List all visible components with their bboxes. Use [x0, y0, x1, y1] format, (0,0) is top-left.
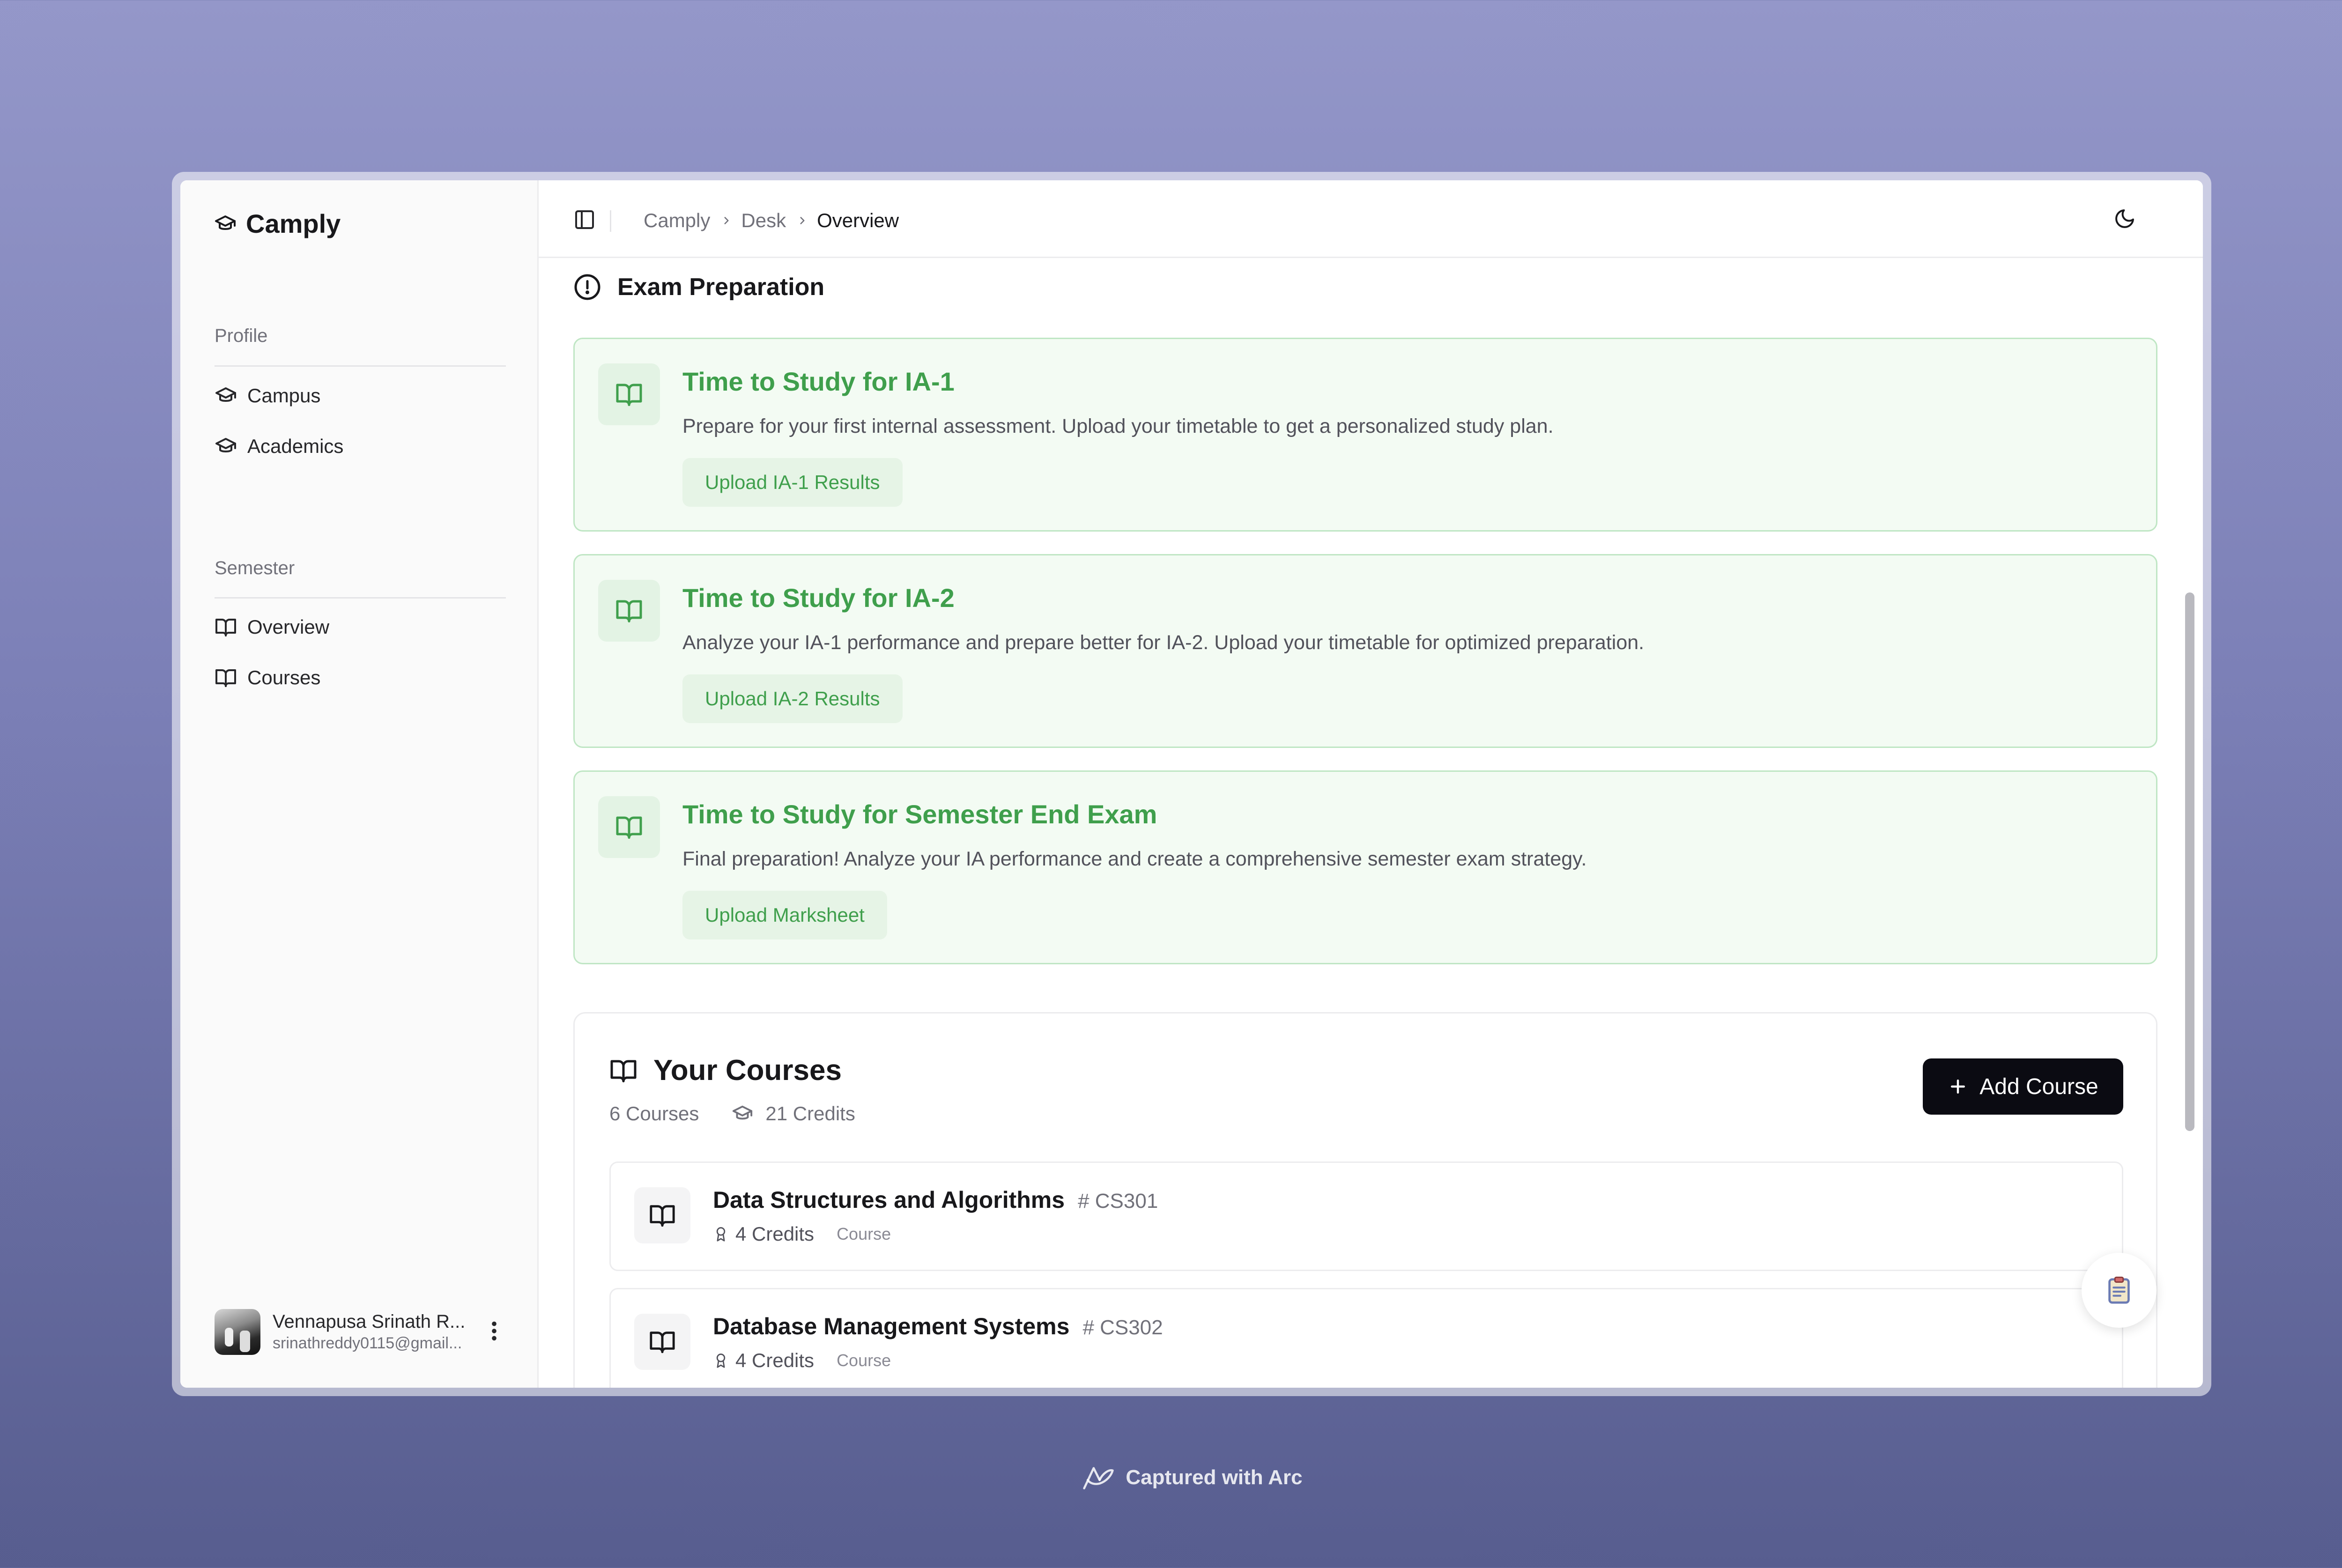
exam-card-title: Time to Study for IA-1 — [682, 367, 955, 396]
more-vertical-icon[interactable] — [491, 1321, 497, 1344]
capture-footer: Captured with Arc — [0, 1463, 2342, 1492]
book-open-icon — [598, 580, 660, 642]
exam-prep-title: Exam Preparation — [617, 274, 825, 301]
exam-card-description: Final preparation! Analyze your IA perfo… — [682, 848, 1587, 870]
sidebar-item-academics[interactable]: Academics — [215, 435, 343, 458]
course-code: # CS302 — [1082, 1316, 1163, 1339]
exam-card-ia2: Time to Study for IA-2 Analyze your IA-1… — [573, 554, 2157, 748]
user-name: Vennapusa Srinath R... — [273, 1311, 466, 1332]
scrollbar-thumb[interactable] — [2185, 592, 2194, 1131]
graduation-cap-icon — [214, 213, 237, 235]
exam-card-description: Analyze your IA-1 performance and prepar… — [682, 631, 1645, 654]
book-open-icon — [598, 796, 660, 858]
course-name: Data Structures and Algorithms — [713, 1187, 1065, 1213]
clipboard-icon — [2103, 1274, 2135, 1307]
app-shell: Camply Profile Campus Academics Semester — [180, 180, 2203, 1388]
book-open-icon — [215, 666, 237, 689]
breadcrumb-desk[interactable]: Desk — [741, 209, 786, 232]
sidebar-divider — [215, 597, 506, 599]
exam-card-title: Time to Study for IA-2 — [682, 583, 955, 613]
course-type: Course — [837, 1351, 891, 1370]
course-code: # CS301 — [1078, 1190, 1158, 1213]
exam-card-ia1: Time to Study for IA-1 Prepare for your … — [573, 338, 2157, 532]
courses-card: Your Courses 6 Courses 21 Credits Add Co… — [573, 1012, 2157, 1388]
course-count: 6 Courses — [609, 1102, 699, 1124]
notes-fab-button[interactable] — [2082, 1253, 2157, 1328]
book-open-icon — [598, 363, 660, 425]
award-icon — [713, 1225, 729, 1243]
sidebar-item-campus[interactable]: Campus — [215, 385, 320, 407]
exam-card-semester-end: Time to Study for Semester End Exam Fina… — [573, 770, 2157, 964]
breadcrumb-overview: Overview — [817, 209, 899, 231]
course-row[interactable]: Data Structures and Algorithms # CS301 4… — [609, 1161, 2123, 1271]
book-open-icon — [215, 616, 237, 638]
breadcrumb: Camply Desk Overview — [644, 209, 899, 232]
toolbar-divider — [610, 210, 611, 232]
brand-name: Camply — [246, 209, 341, 238]
upload-marksheet-button[interactable]: Upload Marksheet — [682, 891, 887, 939]
user-email: srinathreddy0115@gmail... — [273, 1334, 462, 1352]
arc-logo-icon — [1081, 1463, 1116, 1492]
award-icon — [713, 1352, 729, 1369]
sidebar-group-semester: Semester — [215, 558, 295, 578]
main-content: Camply Desk Overview Exam Preparation Ti… — [539, 180, 2203, 1388]
courses-summary: 6 Courses 21 Credits — [609, 1102, 855, 1125]
sidebar-item-courses[interactable]: Courses — [215, 666, 320, 689]
graduation-cap-icon — [215, 385, 237, 407]
browser-window: Camply Profile Campus Academics Semester — [172, 172, 2211, 1396]
courses-header: Your Courses — [609, 1054, 842, 1087]
upload-ia1-results-button[interactable]: Upload IA-1 Results — [682, 458, 903, 507]
courses-title: Your Courses — [653, 1054, 842, 1087]
add-course-button[interactable]: Add Course — [1923, 1058, 2123, 1115]
book-open-icon — [609, 1057, 637, 1085]
sidebar-divider — [215, 365, 506, 367]
alert-circle-icon — [573, 273, 601, 301]
chevron-right-icon — [720, 214, 733, 227]
course-row[interactable]: Database Management Systems # CS302 4 Cr… — [609, 1288, 2123, 1388]
course-name: Database Management Systems — [713, 1313, 1070, 1339]
sidebar-item-overview[interactable]: Overview — [215, 616, 329, 638]
add-course-label: Add Course — [1979, 1074, 2098, 1099]
total-credits: 21 Credits — [765, 1102, 855, 1124]
breadcrumb-camply[interactable]: Camply — [644, 209, 710, 232]
sidebar-item-label: Campus — [247, 385, 321, 407]
user-profile[interactable]: Vennapusa Srinath R... srinathreddy0115@… — [215, 1309, 514, 1355]
sidebar: Camply Profile Campus Academics Semester — [180, 180, 539, 1388]
chevron-right-icon — [796, 214, 808, 227]
graduation-cap-icon — [732, 1103, 753, 1124]
sidebar-group-profile: Profile — [215, 325, 268, 346]
exam-prep-header: Exam Preparation — [573, 273, 824, 301]
moon-icon[interactable] — [2113, 207, 2136, 232]
upload-ia2-results-button[interactable]: Upload IA-2 Results — [682, 674, 903, 723]
top-bar: Camply Desk Overview — [539, 180, 2203, 258]
brand[interactable]: Camply — [214, 208, 341, 239]
capture-footer-text: Captured with Arc — [1126, 1466, 1303, 1489]
avatar — [215, 1309, 260, 1355]
plus-icon — [1948, 1076, 1968, 1097]
graduation-cap-icon — [215, 435, 237, 458]
sidebar-item-label: Academics — [247, 435, 344, 457]
sidebar-item-label: Overview — [247, 616, 330, 638]
sidebar-item-label: Courses — [247, 666, 321, 688]
course-credits: 4 Credits — [735, 1349, 815, 1371]
exam-card-description: Prepare for your first internal assessme… — [682, 415, 1554, 437]
book-open-icon — [634, 1187, 690, 1243]
course-credits: 4 Credits — [735, 1223, 815, 1245]
book-open-icon — [634, 1314, 690, 1370]
course-type: Course — [837, 1224, 891, 1243]
exam-card-title: Time to Study for Semester End Exam — [682, 799, 1157, 829]
panel-left-icon[interactable] — [573, 208, 596, 233]
